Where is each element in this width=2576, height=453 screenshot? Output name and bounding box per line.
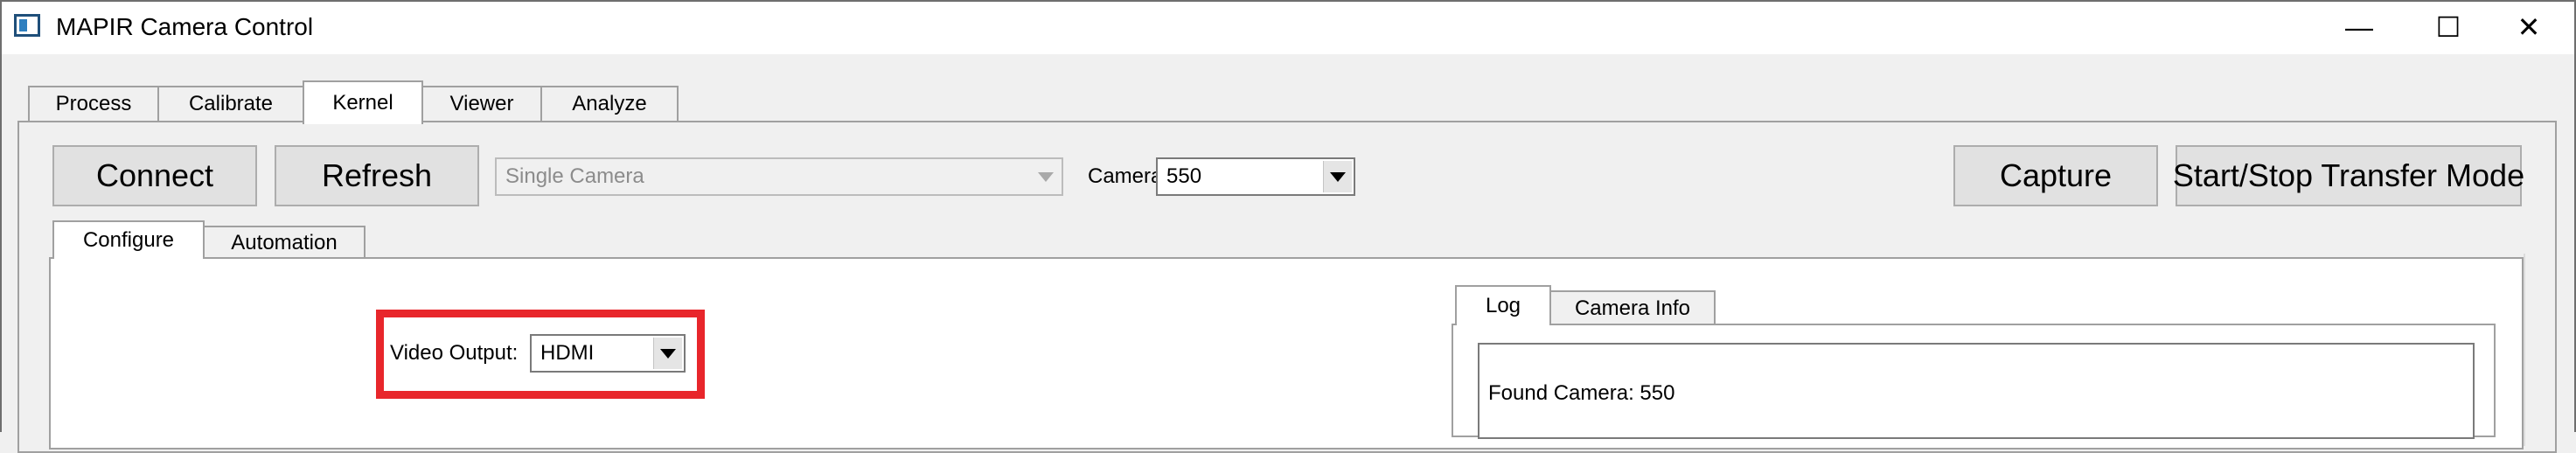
capture-button[interactable]: Capture bbox=[1953, 145, 2158, 206]
connect-button[interactable]: Connect bbox=[52, 145, 257, 206]
video-output-value: HDMI bbox=[540, 341, 595, 365]
maximize-icon: ☐ bbox=[2435, 11, 2461, 43]
tab-automation[interactable]: Automation bbox=[203, 226, 366, 259]
camera-value: 550 bbox=[1166, 164, 1202, 188]
app-window-icon bbox=[14, 14, 40, 37]
tab-analyze[interactable]: Analyze bbox=[540, 86, 679, 121]
maximize-button[interactable]: ☐ bbox=[2408, 2, 2489, 52]
minimize-icon: — bbox=[2345, 10, 2373, 43]
close-button[interactable]: ✕ bbox=[2489, 2, 2569, 52]
tab-process[interactable]: Process bbox=[28, 86, 159, 121]
video-output-label: Video Output: bbox=[390, 341, 519, 365]
refresh-button[interactable]: Refresh bbox=[275, 145, 479, 206]
window-title: MAPIR Camera Control bbox=[56, 13, 314, 40]
tab-viewer[interactable]: Viewer bbox=[421, 86, 542, 121]
title-bar bbox=[2, 2, 2574, 54]
tab-log[interactable]: Log bbox=[1455, 285, 1551, 325]
start-stop-transfer-button[interactable]: Start/Stop Transfer Mode bbox=[2173, 145, 2524, 206]
chevron-down-icon bbox=[660, 348, 676, 359]
video-output-select[interactable]: HDMI bbox=[530, 334, 686, 373]
camera-mode-value: Single Camera bbox=[505, 164, 644, 188]
vertical-scrollbar[interactable] bbox=[2524, 254, 2552, 446]
camera-mode-select: Single Camera bbox=[495, 157, 1063, 196]
tab-kernel[interactable]: Kernel bbox=[303, 80, 423, 124]
log-textbox[interactable]: Found Camera: 550 bbox=[1478, 343, 2475, 439]
tab-camera-info[interactable]: Camera Info bbox=[1549, 290, 1716, 325]
tab-configure[interactable]: Configure bbox=[52, 220, 205, 259]
chevron-down-icon bbox=[1330, 171, 1346, 182]
chevron-down-icon bbox=[1038, 171, 1054, 182]
log-line: Found Camera: 550 bbox=[1488, 381, 1675, 405]
camera-select[interactable]: 550 bbox=[1156, 157, 1355, 196]
tab-calibrate[interactable]: Calibrate bbox=[157, 86, 304, 121]
minimize-button[interactable]: — bbox=[2319, 2, 2399, 52]
close-icon: ✕ bbox=[2517, 11, 2541, 43]
